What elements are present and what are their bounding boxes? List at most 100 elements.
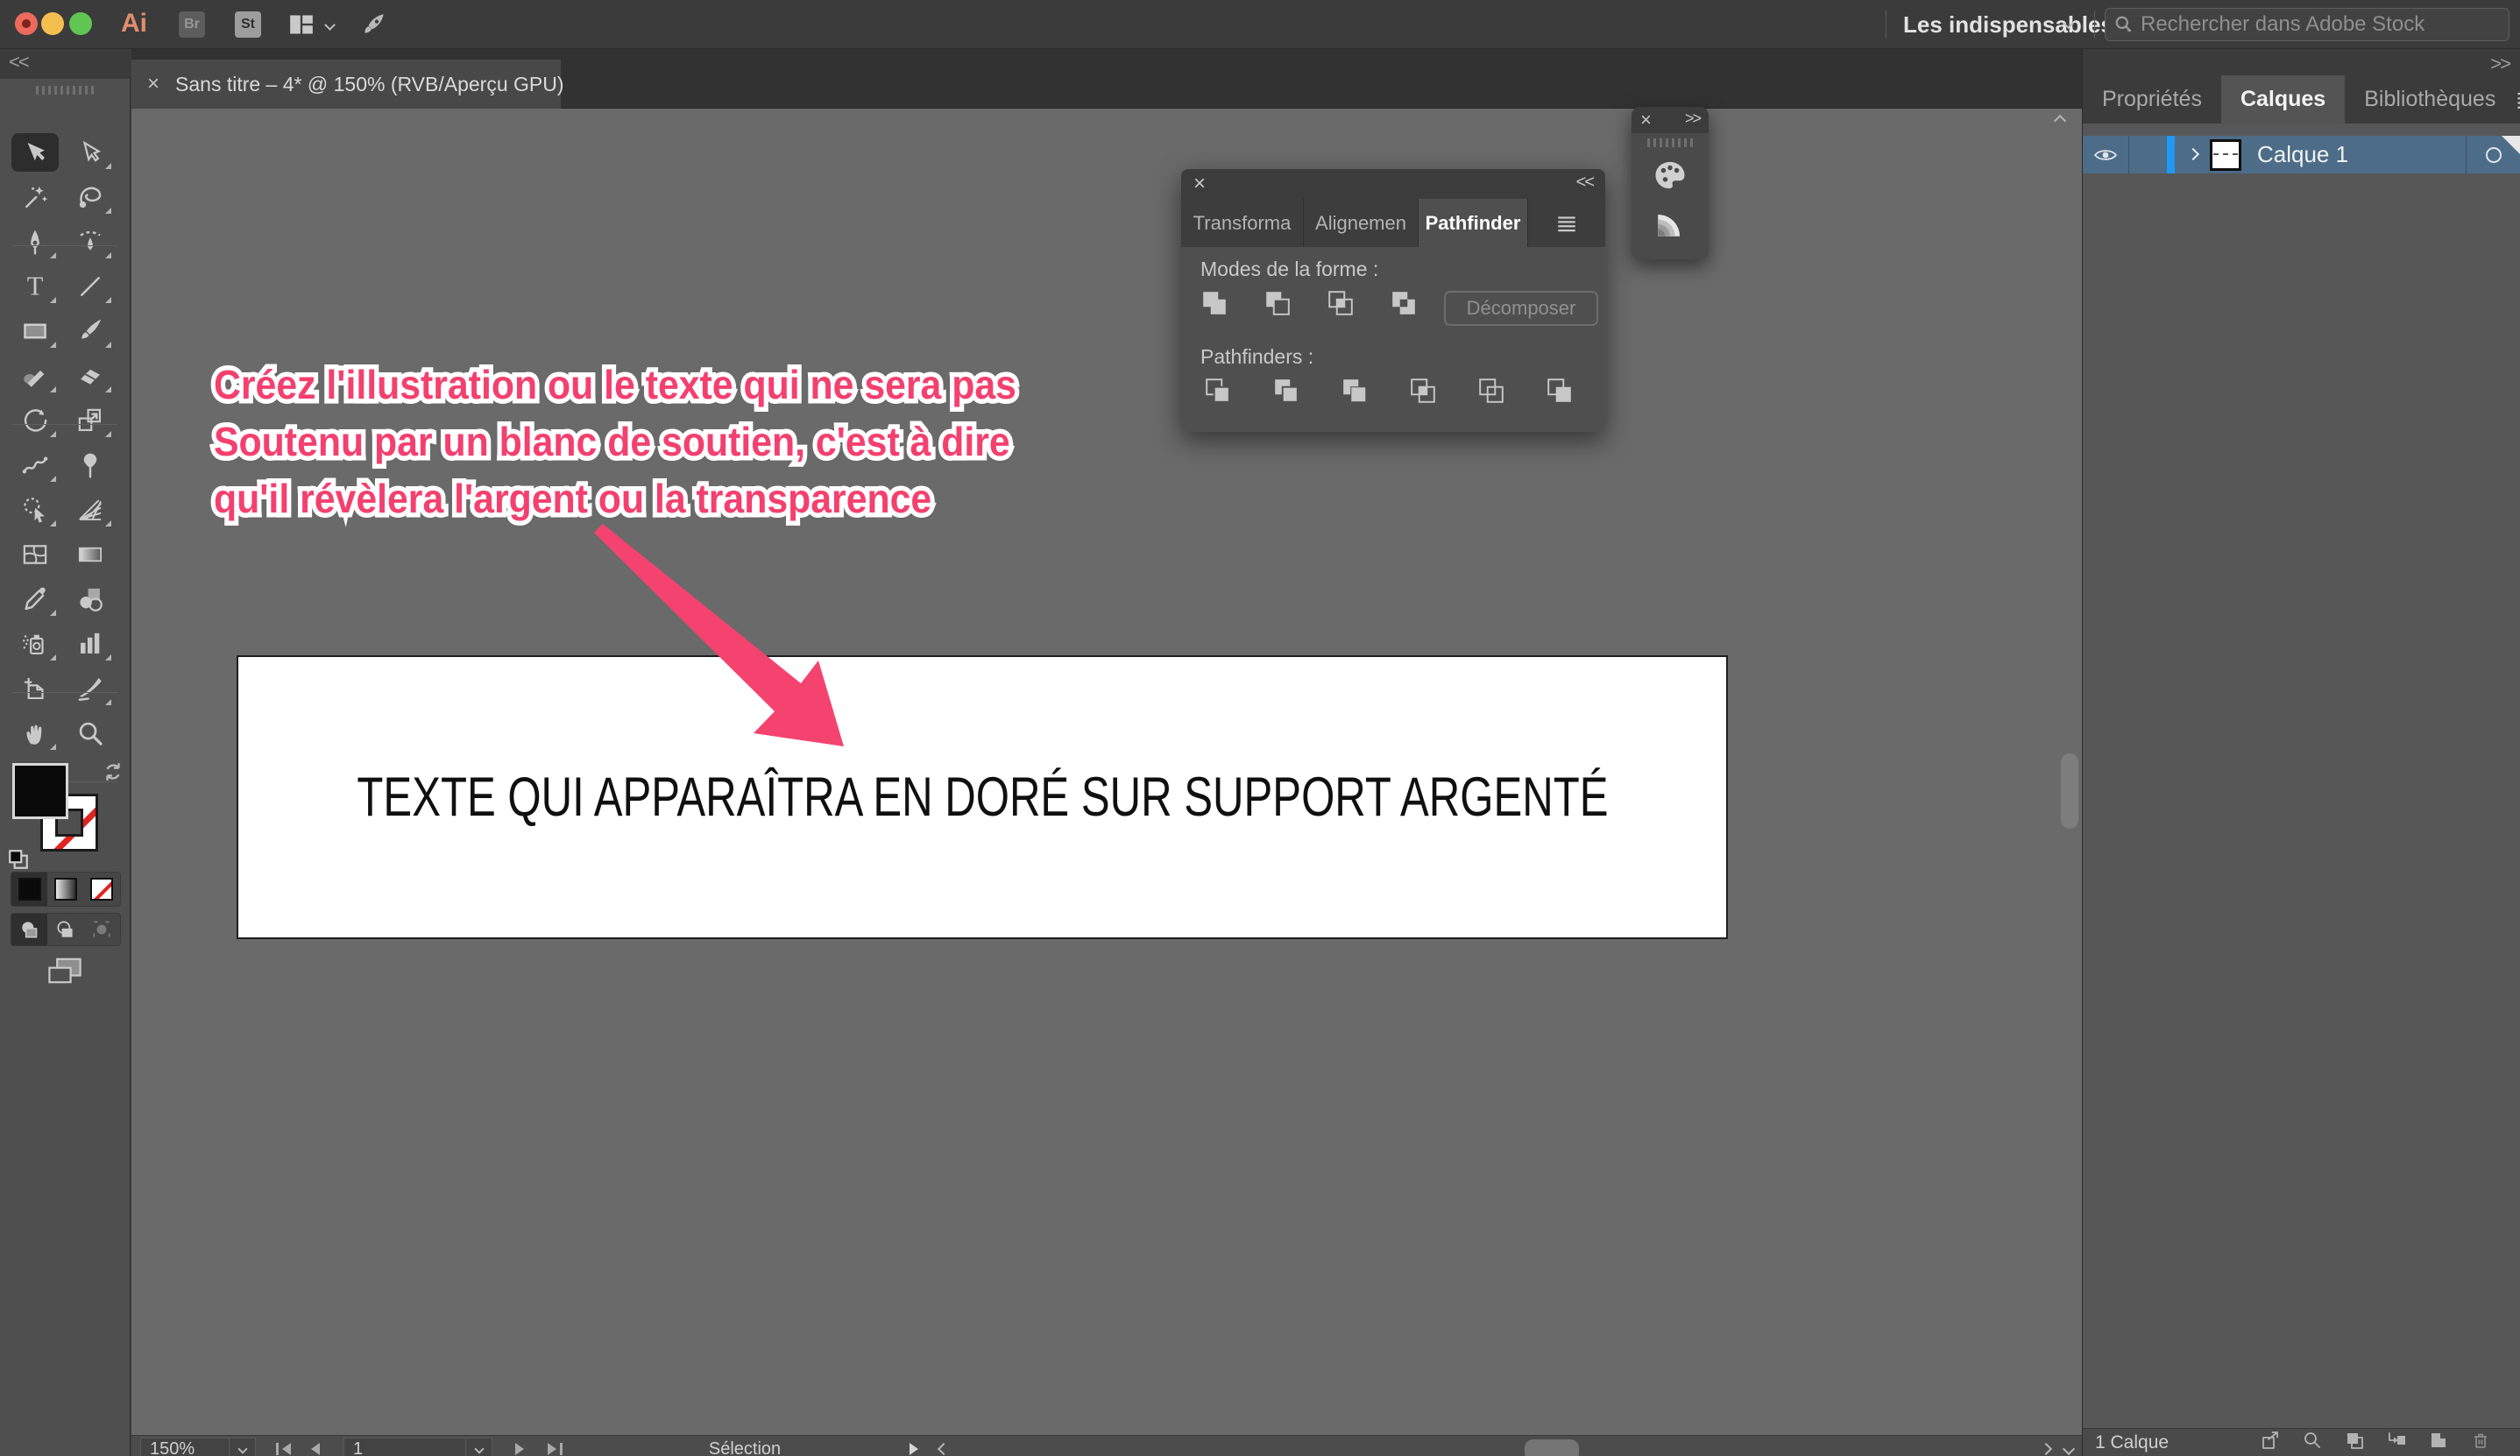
line-segment-tool[interactable] [67,267,114,306]
panel-menu-icon[interactable] [2515,75,2520,124]
visibility-eye-icon[interactable] [2083,147,2128,163]
locate-object-icon[interactable] [2302,1430,2323,1455]
shape-mode-minus-front-icon[interactable] [1264,289,1292,322]
zoom-dropdown-icon[interactable] [230,1438,256,1456]
draw-inside-button[interactable] [84,914,120,945]
tab-calques[interactable]: Calques [2221,75,2345,124]
artboard-text[interactable]: TEXTE QUI APPARAÎTRA EN DORÉ SUR SUPPORT… [357,766,1608,829]
arrange-documents-chevron-icon[interactable] [324,19,336,31]
artboard-number-field[interactable]: 1 [343,1438,466,1456]
mesh-tool[interactable] [11,535,59,574]
puppet-warp-tool[interactable] [67,446,114,484]
perspective-grid-tool[interactable] [67,491,114,529]
pencil-tool[interactable] [11,357,59,395]
scroll-down-icon[interactable] [2064,1438,2073,1456]
pathfinder-outline-icon[interactable] [1477,377,1505,409]
collapse-panel-icon[interactable]: << [1576,173,1593,193]
draw-behind-button[interactable] [47,914,83,945]
none-button[interactable] [84,873,120,906]
scale-tool[interactable] [67,401,114,440]
minimize-window-button[interactable] [41,12,64,35]
scroll-right-icon[interactable] [2042,1438,2050,1456]
arrange-documents-icon[interactable] [289,13,314,40]
search-input[interactable] [2141,12,2500,37]
column-graph-tool[interactable] [67,625,114,663]
pathfinder-minus-back-icon[interactable] [1546,377,1574,409]
curvature-tool[interactable] [67,223,114,261]
direct-selection-tool[interactable] [67,133,114,172]
slice-tool[interactable] [67,669,114,708]
draw-normal-button[interactable] [11,914,47,945]
stock-button[interactable]: St [235,11,261,38]
close-document-icon[interactable]: × [147,72,159,96]
panel-menu-icon[interactable] [1528,199,1605,247]
new-layer-icon[interactable] [2428,1430,2449,1455]
swap-fill-stroke-icon[interactable] [102,760,124,788]
collapse-tools-icon[interactable]: << [0,49,131,79]
bridge-button[interactable]: Br [179,11,205,38]
layer-thumbnail[interactable] [2210,139,2241,171]
scroll-up-icon[interactable] [2056,114,2064,130]
make-clipping-mask-icon[interactable] [2344,1430,2365,1455]
magic-wand-tool[interactable] [11,178,59,216]
pathfinder-divide-icon[interactable] [1204,377,1232,409]
zoom-window-button[interactable] [69,12,92,35]
adobe-stock-search[interactable] [2105,8,2509,41]
share-rocket-icon[interactable] [361,11,387,42]
artboard-dropdown-icon[interactable] [466,1438,492,1456]
close-panel-icon[interactable]: × [1640,109,1652,131]
last-artboard-button[interactable] [548,1438,563,1456]
hand-tool[interactable] [11,714,59,753]
collapse-dock-icon[interactable]: >> [2490,53,2509,75]
shape-mode-unite-icon[interactable] [1200,289,1228,322]
expand-layer-chevron-icon[interactable] [2189,147,2198,163]
close-panel-icon[interactable]: × [1193,172,1206,196]
shape-builder-tool[interactable] [11,491,59,529]
width-tool[interactable] [11,446,59,484]
close-window-button[interactable] [15,12,38,35]
shape-mode-exclude-icon[interactable] [1390,289,1418,322]
zoom-level-field[interactable]: 150% [140,1438,230,1456]
layer-row[interactable]: Calque 1 [2083,136,2520,173]
pathfinder-trim-icon[interactable] [1272,377,1300,409]
swatches-icon[interactable] [1632,205,1709,244]
tab-proprietes[interactable]: Propriétés [2083,75,2221,124]
layer-name[interactable]: Calque 1 [2257,141,2466,168]
screen-mode-button[interactable] [46,955,84,991]
fill-color-swatch[interactable] [12,763,68,819]
decompose-button[interactable]: Décomposer [1444,291,1598,326]
zoom-tool[interactable] [67,714,114,753]
eraser-tool[interactable] [67,357,114,395]
pathfinder-crop-icon[interactable] [1409,377,1437,409]
symbol-sprayer-tool[interactable] [11,625,59,663]
paintbrush-tool[interactable] [67,312,114,350]
delete-icon[interactable] [2470,1430,2491,1455]
rectangle-tool[interactable] [11,312,59,350]
pathfinder-panel-header[interactable]: × << [1181,169,1605,199]
color-button[interactable] [11,873,47,906]
gradient-button[interactable] [47,873,83,906]
new-sublayer-icon[interactable] [2386,1430,2407,1455]
first-artboard-button[interactable] [276,1438,291,1456]
selection-tool[interactable] [11,133,59,172]
panel-grip[interactable] [0,79,130,95]
mini-panel-header[interactable]: × >> [1632,107,1709,133]
color-palette-icon[interactable] [1632,156,1709,194]
status-play-icon[interactable] [910,1438,918,1456]
lasso-tool[interactable] [67,178,114,216]
tab-pathfinder[interactable]: Pathfinder [1419,199,1528,247]
document-tab[interactable]: × Sans titre – 4* @ 150% (RVB/Aperçu GPU… [131,60,561,109]
canvas[interactable]: TEXTE QUI APPARAÎTRA EN DORÉ SUR SUPPORT… [131,109,2082,1456]
pathfinder-merge-icon[interactable] [1341,377,1369,409]
tab-bibliotheques[interactable]: Bibliothèques [2345,75,2515,124]
type-tool[interactable]: T [11,267,59,306]
workspace-switcher[interactable]: Les indispensables [1903,11,2113,39]
gradient-tool[interactable] [67,535,114,574]
artboard[interactable]: TEXTE QUI APPARAÎTRA EN DORÉ SUR SUPPORT… [237,655,1728,939]
eyedropper-tool[interactable] [11,580,59,618]
artboard-tool[interactable] [11,669,59,708]
horizontal-scrollbar-thumb[interactable] [1525,1439,1579,1456]
layer-target-icon[interactable] [2486,147,2502,163]
expand-panel-icon[interactable]: >> [1685,110,1700,128]
pen-tool[interactable] [11,223,59,261]
